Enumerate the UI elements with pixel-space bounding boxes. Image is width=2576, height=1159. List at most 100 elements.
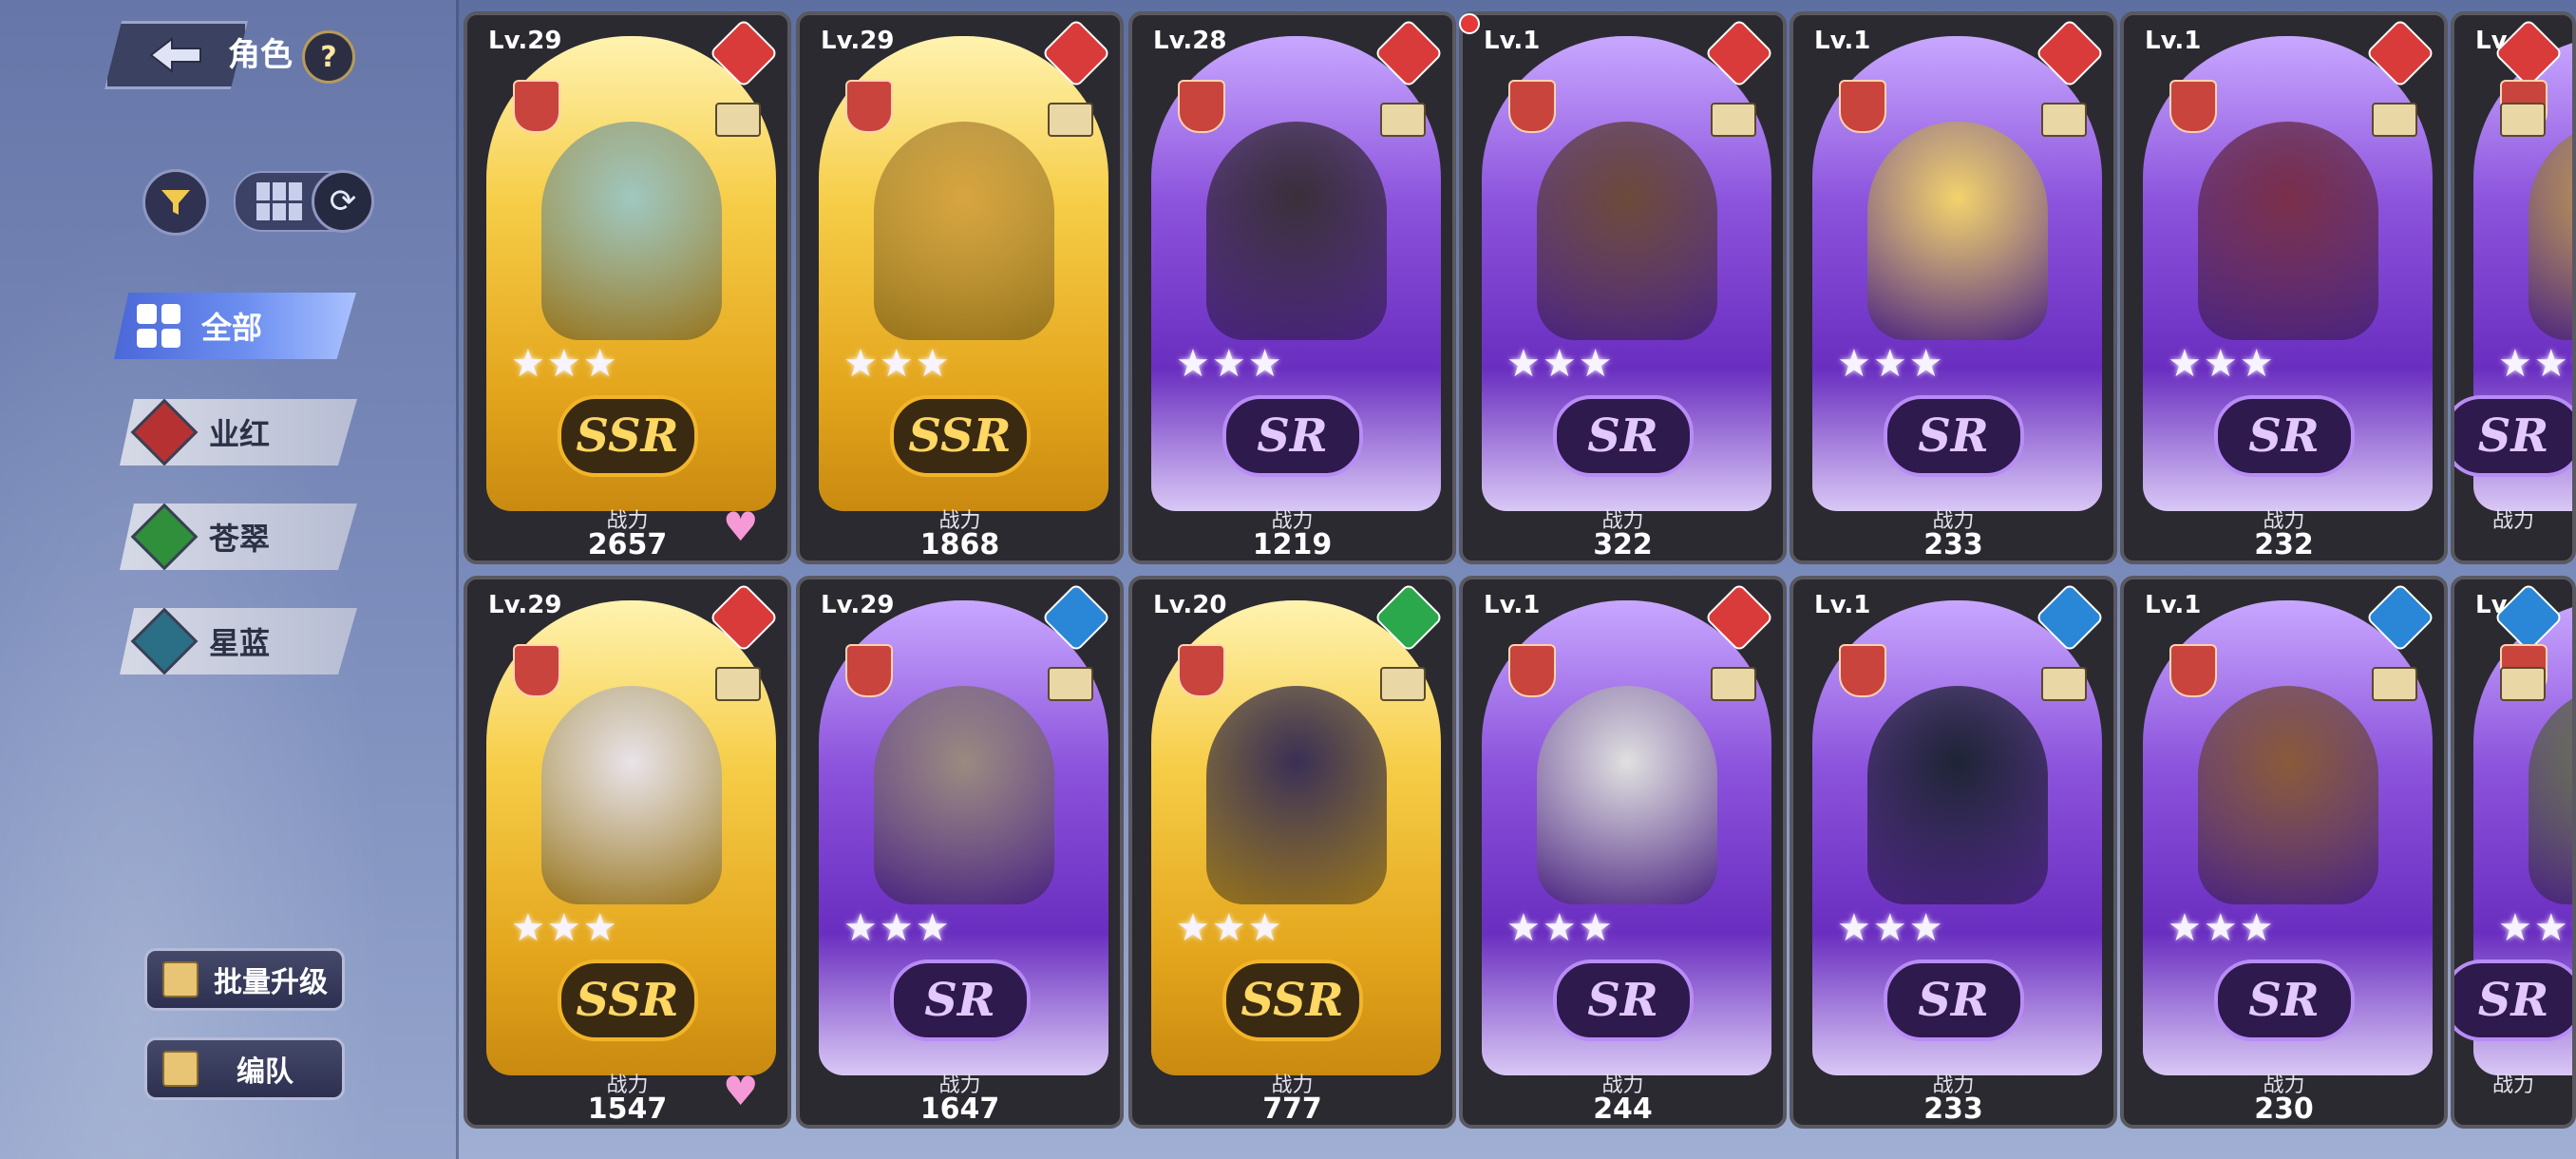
- star-rating: ★★★: [2498, 342, 2572, 386]
- card-level: Lv.29: [488, 591, 562, 619]
- class-shield-icon: [1508, 644, 1556, 697]
- rarity-badge: SR: [2213, 960, 2355, 1041]
- character-card[interactable]: Lv.1 ★★★ SR 战力 233: [1790, 576, 2117, 1129]
- notification-dot: [1459, 13, 1480, 34]
- character-portrait: [1866, 122, 2048, 340]
- star-rating: ★★★: [2168, 906, 2276, 950]
- character-portrait: [540, 122, 722, 340]
- character-card[interactable]: Lv.29 ★★★ SR 战力 1647: [796, 576, 1124, 1129]
- character-card[interactable]: Lv.1★★★SR战力: [2451, 576, 2576, 1129]
- heart-icon[interactable]: ♥: [723, 507, 767, 547]
- star-rating: ★★★: [1837, 342, 1945, 386]
- star-rating: ★★★: [511, 342, 619, 386]
- class-shield-icon: [1178, 644, 1225, 697]
- class-shield-icon: [1839, 644, 1886, 697]
- power-value: 322: [1593, 528, 1653, 561]
- power-label: 战力: [2491, 1074, 2534, 1097]
- star-rating: ★★★: [1837, 906, 1945, 950]
- character-portrait: [873, 122, 1054, 340]
- ticket-icon: [2500, 667, 2546, 701]
- ticket-icon: [1711, 103, 1756, 137]
- character-card[interactable]: Lv.1★★★SR战力: [2451, 11, 2576, 564]
- power-value: 244: [1593, 1092, 1653, 1126]
- character-card-grid: Lv.29 ★★★ SSR 战力 2657 ♥ Lv.29 ★★★ SSR 战力 1868 Lv.28…: [0, 0, 2576, 1159]
- ticket-icon: [1048, 667, 1093, 701]
- character-card[interactable]: Lv.1 ★★★ SR 战力 233: [1790, 11, 2117, 564]
- class-shield-icon: [1839, 80, 1886, 133]
- card-level: Lv.29: [821, 27, 895, 55]
- character-card[interactable]: Lv.29 ★★★ SSR 战力 1547 ♥: [464, 576, 791, 1129]
- ticket-icon: [1380, 103, 1426, 137]
- rarity-badge: SSR: [557, 960, 698, 1041]
- card-level: Lv.1: [2145, 591, 2202, 619]
- ticket-icon: [2372, 103, 2417, 137]
- character-card[interactable]: Lv.29 ★★★ SSR 战力 1868: [796, 11, 1124, 564]
- character-portrait: [1536, 122, 1717, 340]
- card-level: Lv.1: [1814, 27, 1871, 55]
- ticket-icon: [1711, 667, 1756, 701]
- ticket-icon: [2041, 667, 2087, 701]
- rarity-badge: SR: [889, 960, 1031, 1041]
- card-level: Lv.1: [2145, 27, 2202, 55]
- rarity-badge: SR: [1883, 395, 2024, 477]
- power-value: 777: [1262, 1092, 1322, 1126]
- power-value: 1868: [919, 528, 1000, 561]
- class-shield-icon: [1178, 80, 1225, 133]
- star-rating: ★★★: [1176, 342, 1284, 386]
- ticket-icon: [715, 103, 761, 137]
- character-portrait: [1205, 686, 1387, 904]
- card-level: Lv.1: [1484, 591, 1541, 619]
- rarity-badge: SSR: [1222, 960, 1363, 1041]
- star-rating: ★★★: [511, 906, 619, 950]
- rarity-badge: SR: [1883, 960, 2024, 1041]
- card-level: Lv.20: [1153, 591, 1227, 619]
- heart-icon[interactable]: ♥: [723, 1072, 767, 1112]
- character-portrait: [2528, 686, 2572, 904]
- star-rating: ★★★: [843, 906, 952, 950]
- character-portrait: [873, 686, 1054, 904]
- class-shield-icon: [2169, 80, 2217, 133]
- class-shield-icon: [1508, 80, 1556, 133]
- star-rating: ★★★: [1506, 342, 1615, 386]
- rarity-badge: SR: [1552, 960, 1694, 1041]
- rarity-badge: SR: [2454, 960, 2572, 1041]
- class-shield-icon: [845, 80, 893, 133]
- character-portrait: [2197, 686, 2378, 904]
- rarity-badge: SSR: [889, 395, 1031, 477]
- class-shield-icon: [2169, 644, 2217, 697]
- ticket-icon: [2500, 103, 2546, 137]
- character-portrait: [540, 686, 722, 904]
- ticket-icon: [2041, 103, 2087, 137]
- class-shield-icon: [845, 644, 893, 697]
- character-card[interactable]: Lv.29 ★★★ SSR 战力 2657 ♥: [464, 11, 791, 564]
- power-label: 战力: [2491, 509, 2534, 533]
- power-value: 233: [1923, 528, 1983, 561]
- character-portrait: [1536, 686, 1717, 904]
- character-card[interactable]: Lv.28 ★★★ SR 战力 1219: [1128, 11, 1456, 564]
- star-rating: ★★★: [1176, 906, 1284, 950]
- character-card[interactable]: Lv.1 ★★★ SR 战力 244: [1459, 576, 1787, 1129]
- star-rating: ★★★: [2168, 342, 2276, 386]
- power-value: 230: [2254, 1092, 2314, 1126]
- character-card[interactable]: Lv.1 ★★★ SR 战力 232: [2120, 11, 2448, 564]
- card-level: Lv.1: [1814, 591, 1871, 619]
- character-portrait: [2197, 122, 2378, 340]
- ticket-icon: [2372, 667, 2417, 701]
- ticket-icon: [1380, 667, 1426, 701]
- character-portrait: [1205, 122, 1387, 340]
- card-level: Lv.29: [821, 591, 895, 619]
- character-portrait: [2528, 122, 2572, 340]
- power-value: 232: [2254, 528, 2314, 561]
- star-rating: ★★★: [843, 342, 952, 386]
- star-rating: ★★★: [2498, 906, 2572, 950]
- character-card[interactable]: Lv.1 ★★★ SR 战力 322: [1459, 11, 1787, 564]
- rarity-badge: SR: [2454, 395, 2572, 477]
- card-level: Lv.1: [1484, 27, 1541, 55]
- character-card[interactable]: Lv.20 ★★★ SSR 战力 777: [1128, 576, 1456, 1129]
- rarity-badge: SSR: [557, 395, 698, 477]
- character-portrait: [1866, 686, 2048, 904]
- character-card[interactable]: Lv.1 ★★★ SR 战力 230: [2120, 576, 2448, 1129]
- star-rating: ★★★: [1506, 906, 1615, 950]
- power-value: 1219: [1252, 528, 1333, 561]
- power-value: 1647: [919, 1092, 1000, 1126]
